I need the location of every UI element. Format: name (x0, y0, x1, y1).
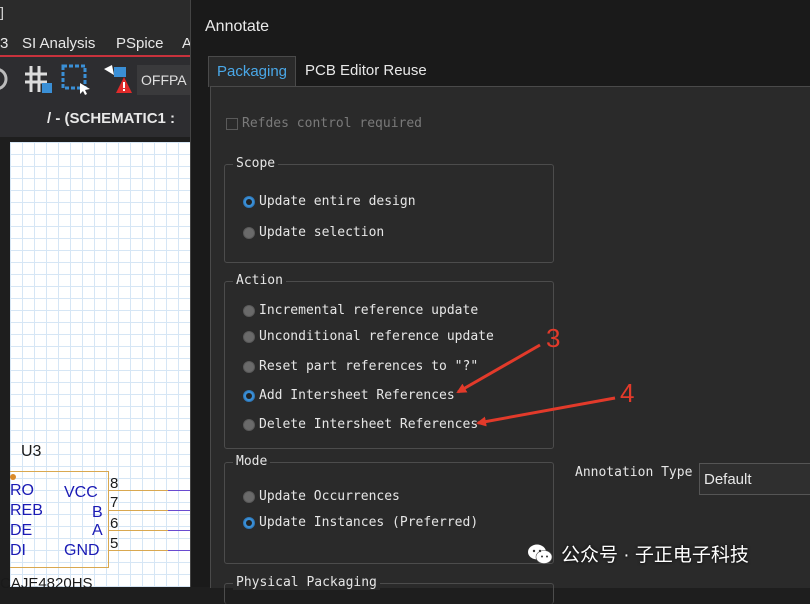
arrow-to-add-intersheet (456, 343, 541, 394)
wechat-icon (528, 544, 553, 564)
watermark: 公众号 · 子正电子科技 (527, 540, 749, 567)
marker-4: 4 (620, 378, 635, 408)
arrow-to-delete-intersheet (476, 396, 616, 427)
marker-3: 3 (546, 323, 561, 353)
watermark-text: 公众号 · 子正电子科技 (561, 545, 749, 566)
annotation-arrows (456, 343, 616, 427)
